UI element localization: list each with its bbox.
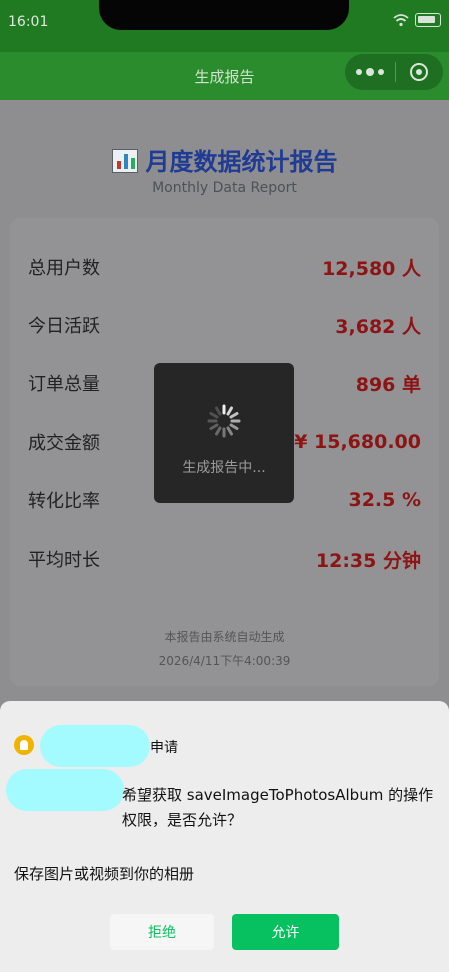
stat-label: 订单总量 xyxy=(28,374,100,395)
report-timestamp: 2026/4/11下午4:00:39 xyxy=(158,654,291,668)
battery-icon xyxy=(415,13,441,27)
status-bar: 16:01 xyxy=(0,0,449,52)
report-footer-note: 本报告由系统自动生成 xyxy=(164,630,285,644)
permission-scope: 保存图片或视频到你的相册 xyxy=(14,865,195,883)
more-menu-icon[interactable] xyxy=(345,54,395,90)
bar-chart-icon xyxy=(111,149,138,173)
close-miniprogram-icon[interactable] xyxy=(396,54,442,90)
loading-toast: 生成报告中... xyxy=(154,363,294,503)
miniprogram-capsule xyxy=(345,54,443,90)
stat-value: 12,580 人 xyxy=(322,257,421,280)
stat-row: 总用户数 12,580 人 xyxy=(28,252,421,282)
loading-spinner-icon xyxy=(207,404,241,438)
stat-value: 32.5 % xyxy=(348,489,421,511)
report-title: 月度数据统计报告 xyxy=(0,142,449,177)
stat-label: 总用户数 xyxy=(28,258,100,279)
stat-label: 今日活跃 xyxy=(28,316,100,337)
stat-row: 平均时长 12:35 分钟 xyxy=(28,544,421,574)
stat-label: 转化比率 xyxy=(28,491,100,512)
stat-label: 成交金额 xyxy=(28,433,100,454)
navigation-bar: 生成报告 xyxy=(0,52,449,100)
deny-button[interactable]: 拒绝 xyxy=(110,914,214,950)
report-subtitle: Monthly Data Report xyxy=(152,180,297,196)
stat-value: ¥ 15,680.00 xyxy=(294,431,421,453)
redacted-app-name xyxy=(40,725,150,767)
loading-text: 生成报告中... xyxy=(182,460,266,476)
wifi-icon xyxy=(393,14,409,27)
app-avatar-icon xyxy=(14,735,34,755)
permission-description-text: 希望获取 saveImageToPhotosAlbum 的操作权限，是否允许？ xyxy=(122,786,434,829)
permission-sheet: 申请 希望获取 saveImageToPhotosAlbum 的操作权限，是否允… xyxy=(0,701,449,972)
status-icons xyxy=(393,13,441,27)
stat-row: 今日活跃 3,682 人 xyxy=(28,310,421,340)
report-title-text: 月度数据统计报告 xyxy=(145,148,338,176)
apply-label: 申请 xyxy=(150,740,178,756)
stat-label: 平均时长 xyxy=(28,550,100,571)
stat-value: 3,682 人 xyxy=(335,315,421,338)
allow-button[interactable]: 允许 xyxy=(232,914,339,950)
permission-description: 希望获取 saveImageToPhotosAlbum 的操作权限，是否允许？ xyxy=(14,783,439,833)
stat-value: 12:35 分钟 xyxy=(315,549,421,572)
stat-value: 896 单 xyxy=(355,373,421,396)
camera-notch xyxy=(99,0,349,30)
status-time: 16:01 xyxy=(8,14,49,30)
